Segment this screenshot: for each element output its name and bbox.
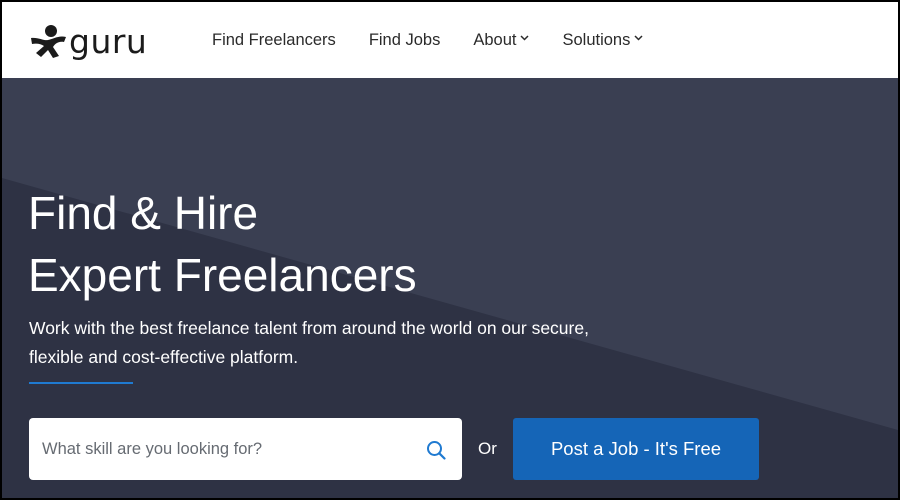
nav-about[interactable]: About: [473, 30, 530, 50]
guru-logo-text: guru: [69, 22, 148, 61]
site-header: guru Find Freelancers Find Jobs About So…: [2, 2, 898, 78]
chevron-down-icon: [634, 35, 643, 41]
nav-label: Find Freelancers: [212, 30, 336, 49]
hero-subtitle: Work with the best freelance talent from…: [29, 314, 669, 372]
main-nav: Find Freelancers Find Jobs About Solutio…: [212, 2, 676, 78]
hero-title: Find & Hire Expert Freelancers: [28, 182, 417, 306]
chevron-down-icon: [520, 35, 530, 41]
post-job-button[interactable]: Post a Job - It's Free: [513, 418, 759, 480]
nav-label: Solutions: [562, 30, 631, 49]
nav-find-jobs[interactable]: Find Jobs: [369, 31, 441, 50]
nav-solutions[interactable]: Solutions: [562, 31, 643, 50]
hero-subtitle-line: Work with the best freelance talent from…: [29, 318, 589, 338]
nav-find-freelancers[interactable]: Find Freelancers: [212, 31, 336, 50]
nav-label: About: [473, 30, 517, 49]
browser-frame: guru Find Freelancers Find Jobs About So…: [0, 0, 900, 500]
hero-divider: [29, 382, 133, 384]
hero-subtitle-line: flexible and cost-effective platform.: [29, 347, 299, 367]
hero-section: Find & Hire Expert Freelancers Work with…: [2, 78, 898, 498]
nav-label: Find Jobs: [368, 30, 441, 49]
skill-search-input[interactable]: [42, 439, 412, 459]
guru-logo[interactable]: guru: [28, 24, 147, 60]
hero-title-line: Expert Freelancers: [28, 249, 417, 301]
hero-title-line: Find & Hire: [28, 187, 259, 239]
search-icon[interactable]: [426, 440, 446, 460]
skill-search-box: [29, 418, 462, 480]
or-separator: Or: [478, 439, 497, 458]
guru-logo-icon: [31, 25, 66, 58]
